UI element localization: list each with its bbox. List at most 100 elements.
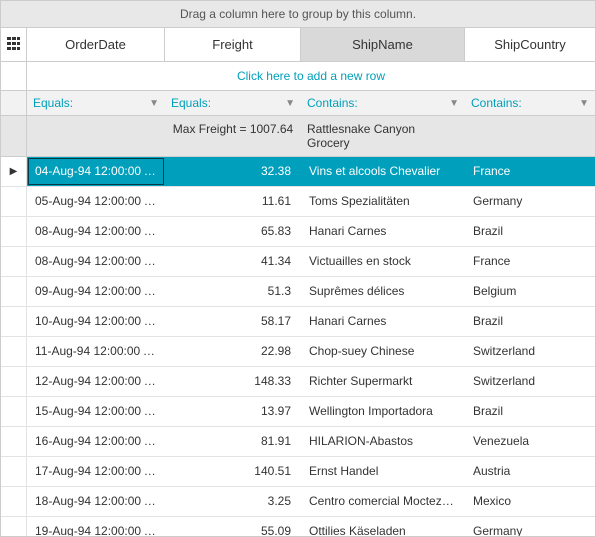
cell-shipcountry[interactable]: Austria [465, 457, 595, 486]
cell-shipname[interactable]: Ottilies Käseladen [301, 517, 465, 536]
summary-row: Max Freight = 1007.64 Rattlesnake Canyon… [1, 116, 595, 157]
cell-freight[interactable]: 41.34 [165, 247, 301, 276]
row-indicator [1, 457, 27, 486]
cell-freight[interactable]: 13.97 [165, 397, 301, 426]
cell-shipname[interactable]: Chop-suey Chinese [301, 337, 465, 366]
filter-op-label: Contains: [307, 96, 358, 110]
cell-shipname[interactable]: Centro comercial Moctezuma [301, 487, 465, 516]
column-header-shipname[interactable]: ShipName [301, 28, 465, 61]
filter-cell-orderdate[interactable]: Equals: ▼ [27, 91, 165, 115]
cell-freight[interactable]: 81.91 [165, 427, 301, 456]
cell-orderdate[interactable]: 18-Aug-94 12:00:00 AM [27, 487, 165, 516]
table-row[interactable]: 08-Aug-94 12:00:00 AM41.34Victuailles en… [1, 247, 595, 277]
cell-freight[interactable]: 32.38 [165, 157, 301, 186]
cell-freight[interactable]: 58.17 [165, 307, 301, 336]
cell-shipcountry[interactable]: Brazil [465, 307, 595, 336]
filter-icon[interactable]: ▼ [449, 98, 459, 109]
cell-shipcountry[interactable]: Switzerland [465, 337, 595, 366]
filter-icon[interactable]: ▼ [149, 98, 159, 109]
summary-shipcountry [465, 116, 595, 156]
table-row[interactable]: 05-Aug-94 12:00:00 AM11.61Toms Spezialit… [1, 187, 595, 217]
row-indicator [1, 187, 27, 216]
row-indicator [1, 217, 27, 246]
table-row[interactable]: 11-Aug-94 12:00:00 AM22.98Chop-suey Chin… [1, 337, 595, 367]
table-row[interactable]: 18-Aug-94 12:00:00 AM3.25Centro comercia… [1, 487, 595, 517]
row-indicator [1, 337, 27, 366]
cell-shipname[interactable]: Hanari Carnes [301, 307, 465, 336]
cell-freight[interactable]: 11.61 [165, 187, 301, 216]
cell-orderdate[interactable]: 12-Aug-94 12:00:00 AM [27, 367, 165, 396]
cell-shipname[interactable]: Victuailles en stock [301, 247, 465, 276]
cell-orderdate[interactable]: 04-Aug-94 12:00:00 AM [27, 157, 165, 186]
cell-freight[interactable]: 51.3 [165, 277, 301, 306]
cell-shipname[interactable]: Toms Spezialitäten [301, 187, 465, 216]
row-indicator [1, 247, 27, 276]
table-row[interactable]: ▶ 04-Aug-94 12:00:00 AM32.38Vins et alcoo… [1, 157, 595, 187]
filter-cell-shipcountry[interactable]: Contains: ▼ [465, 91, 595, 115]
filter-cell-shipname[interactable]: Contains: ▼ [301, 91, 465, 115]
cell-shipname[interactable]: Wellington Importadora [301, 397, 465, 426]
cell-shipname[interactable]: Richter Supermarkt [301, 367, 465, 396]
cell-shipname[interactable]: Vins et alcools Chevalier [301, 157, 465, 186]
filter-cell-freight[interactable]: Equals: ▼ [165, 91, 301, 115]
row-indicator [1, 427, 27, 456]
cell-shipcountry[interactable]: Switzerland [465, 367, 595, 396]
cell-freight[interactable]: 55.09 [165, 517, 301, 536]
cell-shipcountry[interactable]: Belgium [465, 277, 595, 306]
row-indicator [1, 517, 27, 536]
cell-shipname[interactable]: Suprêmes délices [301, 277, 465, 306]
row-indicator [1, 397, 27, 426]
summary-orderdate [27, 116, 165, 156]
cell-shipcountry[interactable]: Germany [465, 187, 595, 216]
row-indicator [1, 487, 27, 516]
table-row[interactable]: 08-Aug-94 12:00:00 AM65.83Hanari CarnesB… [1, 217, 595, 247]
layout-chooser-button[interactable] [1, 28, 27, 61]
cell-orderdate[interactable]: 16-Aug-94 12:00:00 AM [27, 427, 165, 456]
row-indicator [1, 307, 27, 336]
cell-freight[interactable]: 22.98 [165, 337, 301, 366]
table-row[interactable]: 15-Aug-94 12:00:00 AM13.97Wellington Imp… [1, 397, 595, 427]
cell-orderdate[interactable]: 15-Aug-94 12:00:00 AM [27, 397, 165, 426]
filter-op-label: Equals: [171, 96, 211, 110]
cell-freight[interactable]: 3.25 [165, 487, 301, 516]
table-row[interactable]: 10-Aug-94 12:00:00 AM58.17Hanari CarnesB… [1, 307, 595, 337]
filter-op-label: Equals: [33, 96, 73, 110]
table-row[interactable]: 16-Aug-94 12:00:00 AM81.91HILARION-Abast… [1, 427, 595, 457]
table-row[interactable]: 09-Aug-94 12:00:00 AM51.3Suprêmes délice… [1, 277, 595, 307]
cell-shipname[interactable]: Ernst Handel [301, 457, 465, 486]
cell-shipcountry[interactable]: France [465, 247, 595, 276]
cell-orderdate[interactable]: 09-Aug-94 12:00:00 AM [27, 277, 165, 306]
cell-shipname[interactable]: HILARION-Abastos [301, 427, 465, 456]
cell-shipcountry[interactable]: Mexico [465, 487, 595, 516]
filter-icon[interactable]: ▼ [285, 98, 295, 109]
cell-freight[interactable]: 65.83 [165, 217, 301, 246]
cell-orderdate[interactable]: 08-Aug-94 12:00:00 AM [27, 217, 165, 246]
cell-shipcountry[interactable]: Brazil [465, 397, 595, 426]
grid-body[interactable]: ▶ 04-Aug-94 12:00:00 AM32.38Vins et alcoo… [1, 157, 595, 536]
column-header-orderdate[interactable]: OrderDate [27, 28, 165, 61]
cell-orderdate[interactable]: 11-Aug-94 12:00:00 AM [27, 337, 165, 366]
cell-freight[interactable]: 148.33 [165, 367, 301, 396]
group-panel[interactable]: Drag a column here to group by this colu… [1, 1, 595, 28]
cell-orderdate[interactable]: 05-Aug-94 12:00:00 AM [27, 187, 165, 216]
cell-shipcountry[interactable]: Germany [465, 517, 595, 536]
cell-shipcountry[interactable]: Venezuela [465, 427, 595, 456]
new-row-panel: Click here to add a new row [1, 62, 595, 91]
filter-icon[interactable]: ▼ [579, 98, 589, 109]
table-row[interactable]: 17-Aug-94 12:00:00 AM140.51Ernst HandelA… [1, 457, 595, 487]
table-row[interactable]: 12-Aug-94 12:00:00 AM148.33Richter Super… [1, 367, 595, 397]
cell-orderdate[interactable]: 17-Aug-94 12:00:00 AM [27, 457, 165, 486]
cell-shipcountry[interactable]: France [465, 157, 595, 186]
table-row[interactable]: 19-Aug-94 12:00:00 AM55.09Ottilies Käsel… [1, 517, 595, 536]
current-row-arrow-icon: ▶ [10, 166, 18, 177]
column-header-shipcountry[interactable]: ShipCountry [465, 28, 595, 61]
cell-orderdate[interactable]: 19-Aug-94 12:00:00 AM [27, 517, 165, 536]
new-row-button[interactable]: Click here to add a new row [27, 62, 595, 90]
cell-orderdate[interactable]: 08-Aug-94 12:00:00 AM [27, 247, 165, 276]
data-grid: Drag a column here to group by this colu… [0, 0, 596, 537]
cell-shipcountry[interactable]: Brazil [465, 217, 595, 246]
cell-freight[interactable]: 140.51 [165, 457, 301, 486]
column-header-freight[interactable]: Freight [165, 28, 301, 61]
cell-shipname[interactable]: Hanari Carnes [301, 217, 465, 246]
cell-orderdate[interactable]: 10-Aug-94 12:00:00 AM [27, 307, 165, 336]
